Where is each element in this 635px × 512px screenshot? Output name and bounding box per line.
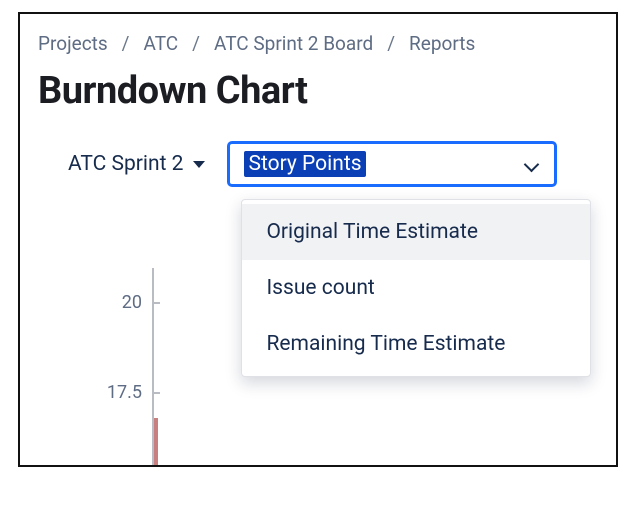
breadcrumb-item[interactable]: Reports (409, 32, 475, 55)
y-tick-label: 20 (122, 292, 142, 313)
metric-select-wrap: Story Points Original Time Estimate Issu… (227, 141, 557, 187)
breadcrumb-item[interactable]: ATC Sprint 2 Board (214, 32, 373, 55)
metric-select-value: Story Points (244, 151, 365, 177)
breadcrumb-separator: / (387, 32, 395, 55)
y-tick-mark (152, 392, 160, 394)
controls-row: ATC Sprint 2 Story Points Original Time … (38, 141, 598, 187)
page-title: Burndown Chart (38, 69, 598, 113)
guideline-segment (154, 418, 158, 467)
metric-option[interactable]: Original Time Estimate (242, 204, 590, 260)
y-tick-label: 17.5 (107, 382, 142, 403)
caret-down-icon (193, 161, 205, 168)
breadcrumb-separator: / (122, 32, 130, 55)
y-tick-mark (152, 302, 160, 304)
breadcrumb-item[interactable]: ATC (144, 32, 179, 55)
metric-dropdown: Original Time Estimate Issue count Remai… (241, 199, 591, 377)
sprint-picker-label: ATC Sprint 2 (68, 152, 183, 176)
metric-select[interactable]: Story Points (227, 141, 557, 187)
breadcrumb-item[interactable]: Projects (38, 32, 108, 55)
metric-option[interactable]: Remaining Time Estimate (242, 316, 590, 372)
sprint-picker[interactable]: ATC Sprint 2 (68, 152, 205, 176)
report-panel: Projects / ATC / ATC Sprint 2 Board / Re… (18, 12, 618, 467)
chevron-down-icon (524, 156, 540, 172)
y-tick: 17.5 (50, 382, 152, 402)
breadcrumb-separator: / (192, 32, 200, 55)
breadcrumb: Projects / ATC / ATC Sprint 2 Board / Re… (38, 32, 598, 55)
metric-option[interactable]: Issue count (242, 260, 590, 316)
y-tick: 20 (50, 292, 152, 312)
